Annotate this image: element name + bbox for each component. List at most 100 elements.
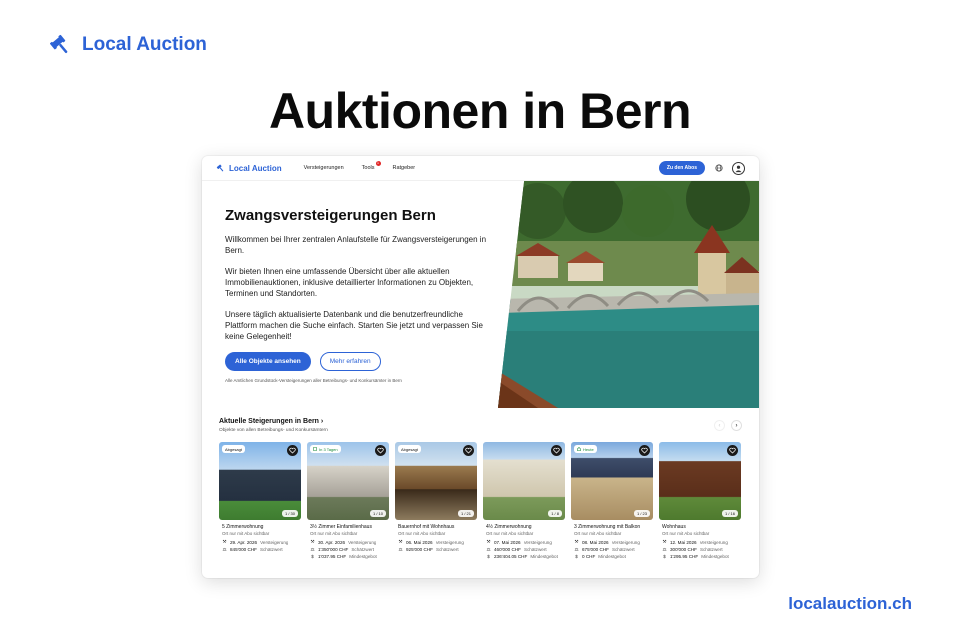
page-title: Auktionen in Bern: [268, 83, 692, 139]
image-count: 1 / 10: [369, 510, 386, 517]
learn-more-button[interactable]: Mehr erfahren: [319, 352, 381, 371]
listing-card[interactable]: Abgesagt 1 / 21 Bauernhof mit Wohnhaus O…: [395, 442, 477, 559]
website-preview: Local Auction Versteigerungen Tools 1 Ra…: [202, 156, 759, 578]
estimate-label: Schätzwert: [259, 547, 283, 552]
hero-paragraph-2: Wir bieten Ihnen eine umfassende Übersic…: [225, 267, 474, 298]
listing-location: Ort nur mit Abo sichtbar: [486, 531, 534, 536]
status-badge-label: In 3 Tagen: [319, 446, 338, 452]
listing-title: Wohnhaus: [662, 524, 686, 530]
gavel-icon: ⚒: [398, 539, 403, 544]
listing-title: 3 Zimmerwohnung mit Balkon: [574, 524, 641, 530]
auction-date-label: Versteigerung: [611, 539, 640, 545]
min-bid-value: 1'295.95 CHF: [670, 554, 699, 559]
listing-location: Ort nur mit Abo sichtbar: [662, 531, 710, 536]
view-all-button[interactable]: Alle Objekte ansehen: [225, 352, 311, 371]
gavel-icon: [313, 447, 317, 451]
auction-date: 06. Mai 2026: [406, 539, 433, 545]
estimate-value: 925'000 CHF: [406, 547, 433, 552]
min-bid-value: 236'404.05 CHF: [494, 554, 528, 559]
hero-content: Zwangsversteigerungen Bern Willkommen be…: [225, 207, 490, 371]
listing-image: In 3 Tagen 1 / 10: [307, 442, 389, 520]
auction-date-label: Versteigerung: [348, 539, 377, 545]
user-icon[interactable]: [732, 161, 745, 175]
gavel-icon: [216, 164, 224, 172]
listing-location: Ort nur mit Abo sichtbar: [222, 531, 270, 536]
listing-card[interactable]: Heute 1 / 23 3 Zimmerwohnung mit Balkon …: [571, 442, 653, 559]
globe-icon[interactable]: [713, 163, 724, 174]
listing-title: Bauernhof mit Wohnhaus: [398, 524, 455, 530]
estimate-value: 300'000 CHF: [670, 547, 697, 552]
listing-title: 5 Zimmerwohnung: [222, 524, 264, 530]
website-url[interactable]: localauction.ch: [788, 594, 912, 614]
gavel-icon: ⚒: [486, 539, 491, 544]
brand-logo[interactable]: Local Auction: [50, 33, 207, 57]
auction-date-label: Versteigerung: [699, 539, 728, 545]
estimate-icon: ⚖: [222, 546, 227, 552]
house-icon: [577, 447, 581, 451]
site-logo[interactable]: Local Auction: [216, 163, 282, 173]
heart-icon[interactable]: [375, 445, 386, 456]
heart-icon[interactable]: [463, 445, 474, 456]
site-logo-text: Local Auction: [229, 163, 282, 173]
heart-icon[interactable]: [551, 445, 562, 456]
listing-image: 1 / 16: [659, 442, 741, 520]
listing-location: Ort nur mit Abo sichtbar: [310, 531, 358, 536]
estimate-label: Schätzwert: [611, 547, 635, 552]
gavel-icon: ⚒: [310, 539, 315, 544]
notification-badge: 1: [375, 161, 381, 166]
gavel-icon: ⚒: [222, 539, 227, 544]
nav-link-versteigerungen[interactable]: Versteigerungen: [304, 165, 344, 171]
min-bid-label: Mindestgebot: [349, 554, 377, 559]
estimate-label: Schätzwert: [435, 547, 459, 552]
gavel-icon: ⚒: [662, 539, 667, 544]
hero-paragraph-1: Willkommen bei Ihrer zentralen Anlaufste…: [225, 235, 487, 255]
listing-card[interactable]: 1 / 8 4½ Zimmerwohnung Ort nur mit Abo s…: [483, 442, 565, 559]
section-title[interactable]: Aktuelle Steigerungen in Bern ›: [219, 418, 742, 425]
estimate-icon: ⚖: [486, 546, 491, 552]
min-bid-label: Mindestgebot: [598, 554, 626, 559]
section-subtitle: Objekte von allen Betreibungs- und Konku…: [219, 428, 328, 433]
listing-location: Ort nur mit Abo sichtbar: [398, 531, 446, 536]
auction-date: 30. Apr. 2026: [318, 539, 346, 545]
listing-image: Abgesagt 1 / 21: [395, 442, 477, 520]
image-count: 1 / 16: [721, 510, 738, 517]
nav-link-tools-label: Tools: [361, 165, 375, 171]
dollar-icon: $: [575, 554, 578, 559]
listings-section: Aktuelle Steigerungen in Bern › Objekte …: [219, 418, 742, 433]
nav-link-ratgeber[interactable]: Ratgeber: [393, 165, 416, 171]
listing-card[interactable]: 1 / 16 Wohnhaus Ort nur mit Abo sichtbar…: [659, 442, 741, 559]
status-badge: Heute: [574, 445, 597, 453]
heart-icon[interactable]: [287, 445, 298, 456]
subscriptions-button[interactable]: Zu den Abos: [658, 161, 705, 175]
auction-date-label: Versteigerung: [260, 539, 289, 545]
auction-date: 29. Apr. 2026: [230, 539, 258, 545]
carousel-next-icon[interactable]: ›: [731, 420, 742, 431]
listing-location: Ort nur mit Abo sichtbar: [574, 531, 622, 536]
estimate-label: Schätzwert: [351, 547, 375, 552]
heart-icon[interactable]: [727, 445, 738, 456]
listing-title: 4½ Zimmerwohnung: [486, 524, 532, 530]
listing-card[interactable]: Abgesagt 1 / 30 5 Zimmerwohnung Ort nur …: [219, 442, 301, 559]
min-bid-label: Mindestgebot: [530, 554, 558, 559]
brand-name: Local Auction: [82, 34, 207, 55]
heart-icon[interactable]: [639, 445, 650, 456]
listings-carousel: Abgesagt 1 / 30 5 Zimmerwohnung Ort nur …: [219, 442, 741, 559]
estimate-label: Schätzwert: [523, 547, 547, 552]
image-count: 1 / 8: [548, 510, 562, 517]
listing-card[interactable]: In 3 Tagen 1 / 10 3½ Zimmer Einfamilienh…: [307, 442, 389, 559]
status-badge: In 3 Tagen: [310, 445, 341, 453]
auction-date: 08. Mai 2026: [582, 539, 609, 545]
nav-link-tools[interactable]: Tools 1: [361, 161, 381, 171]
min-bid-value: 0 CHF: [582, 554, 596, 559]
auction-date: 07. Mai 2026: [494, 539, 521, 545]
estimate-icon: ⚖: [574, 546, 579, 552]
listing-image: Heute 1 / 23: [571, 442, 653, 520]
min-bid-value: 1'037.95 CHF: [318, 554, 347, 559]
hero-image: [498, 181, 759, 408]
hero-footnote: Alle Amtlichen Grundstück-Versteigerunge…: [225, 378, 402, 383]
carousel-prev-icon[interactable]: ‹: [714, 420, 725, 431]
listing-title: 3½ Zimmer Einfamilienhaus: [310, 524, 372, 530]
image-count: 1 / 21: [457, 510, 474, 517]
estimate-value: 460'000 CHF: [494, 547, 521, 552]
auction-date-label: Versteigerung: [523, 539, 552, 545]
